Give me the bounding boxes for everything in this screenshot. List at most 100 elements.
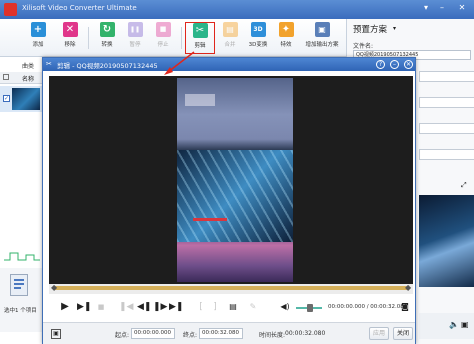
minimize-button[interactable]: – (390, 60, 399, 69)
file-list-item[interactable]: ✓ (0, 86, 42, 112)
help-button[interactable]: ? (376, 60, 385, 69)
waveform-icon (4, 250, 40, 262)
duration-label: 时间长度: (259, 332, 286, 339)
clip-settings-bar: ▣ 起点: 00:00:00.000 终点: 00:00:32.080 时间长度… (43, 322, 415, 344)
main-toolbar: + 添加 ✕ 移除 ↻ 转换 ❚❚ 暂停 ■ 停止 ✂ 剪辑 ▤ 合并 3D 3… (0, 19, 346, 57)
preset-dropdown[interactable] (419, 71, 474, 82)
stop-icon: ■ (155, 22, 171, 37)
clip-button[interactable]: ✂ 剪辑 (185, 22, 215, 54)
preview-controls: 🔈 ▣ (419, 313, 474, 339)
city-image (177, 150, 293, 242)
close-button[interactable]: ✕ (404, 60, 413, 69)
apply-button[interactable]: 应用 (369, 327, 389, 340)
segment-list-icon[interactable]: ▣ (51, 329, 61, 339)
stop-button[interactable]: ■ (95, 301, 107, 313)
list-header: 名称 (0, 72, 42, 84)
next-frame-button[interactable]: ▶❚ (169, 301, 183, 313)
volume-icon[interactable]: ◀) (279, 301, 291, 313)
effects-icon: ✦ (278, 22, 294, 37)
video-preview (49, 76, 413, 284)
end-label: 终点: (183, 332, 198, 339)
clip-dialog: ✂ 剪辑 - QQ视频20190507132445 ? – ✕ ◆ ◆ ▶ ▶❚… (42, 57, 416, 344)
video-frame (177, 78, 293, 282)
step-play-button[interactable]: ▶❚ (77, 301, 91, 313)
pause-button[interactable]: ❚❚ 暂停 (120, 22, 150, 54)
start-time-field[interactable]: 00:00:00.000 (131, 328, 175, 339)
clip-icon: ✂ (192, 23, 208, 38)
close-button[interactable]: ✕ (456, 2, 468, 14)
stop-button[interactable]: ■ 停止 (148, 22, 178, 54)
timecode: 00:00:00.000 / 00:00:32.080 (328, 304, 408, 310)
video-thumbnail (12, 88, 40, 110)
mark-start-button[interactable]: [ (195, 301, 207, 313)
filename-label: 文件名: (353, 43, 374, 50)
effects-button[interactable]: ✦ 特效 (271, 22, 301, 54)
remove-button[interactable]: ✕ 移除 (55, 22, 85, 54)
edit-icon[interactable]: ✎ (247, 301, 259, 313)
close-dialog-button[interactable]: 关闭 (393, 327, 413, 340)
duration-value: 00:00:32.080 (285, 330, 326, 337)
remove-label: 移除 (64, 42, 76, 48)
start-marker-handle[interactable]: ◆ (51, 284, 57, 292)
status-text: 选中1 个项目 (4, 308, 37, 314)
merge-button[interactable]: ▤ 合并 (215, 22, 245, 54)
name-column-header[interactable]: 名称 (22, 74, 34, 83)
clip-label: 剪辑 (194, 43, 206, 49)
red-stroke (193, 218, 227, 221)
timeline-slider[interactable]: ◆ ◆ (49, 284, 413, 294)
3d-button[interactable]: 3D 3D变换 (243, 22, 273, 54)
play-button[interactable]: ▶ (59, 301, 71, 313)
app-logo-icon (4, 3, 17, 16)
start-label: 起点: (115, 332, 130, 339)
add-profile-button[interactable]: ▣ 增加输出方案 (303, 22, 341, 54)
prev-frame-button[interactable]: ❚◀ (119, 301, 133, 313)
merge-icon: ▤ (222, 22, 238, 37)
add-segment-icon[interactable]: ▤ (227, 301, 239, 313)
snapshot-icon[interactable]: ▣ (461, 320, 469, 329)
add-profile-icon: ▣ (314, 22, 330, 37)
item-checkbox[interactable]: ✓ (3, 95, 10, 102)
dialog-title: 剪辑 - QQ视频20190507132445 (57, 62, 158, 70)
toolbar-divider (181, 27, 182, 49)
volume-icon[interactable]: 🔈 (449, 320, 459, 329)
expand-icon[interactable]: ⤢ (461, 181, 467, 190)
convert-icon: ↻ (99, 22, 115, 37)
add-profile-label: 增加输出方案 (305, 42, 339, 48)
end-time-field[interactable]: 00:00:32.080 (199, 328, 243, 339)
convert-button[interactable]: ↻ 转换 (92, 22, 122, 54)
add-label: 添加 (32, 42, 44, 48)
select-all-checkbox[interactable] (3, 74, 9, 80)
remove-icon: ✕ (62, 22, 78, 37)
blurred-caption (185, 94, 215, 106)
left-header: 曲类 (0, 57, 42, 71)
dialog-title-bar: ✂ 剪辑 - QQ视频20190507132445 ? – ✕ (43, 58, 415, 71)
3d-label: 3D变换 (248, 42, 268, 48)
effects-label: 特效 (280, 42, 292, 48)
forward-button[interactable]: ❚▶ (153, 301, 167, 313)
mark-end-button[interactable]: ] (209, 301, 221, 313)
preset-dropdown[interactable] (419, 123, 474, 134)
toolbar-divider (88, 27, 89, 49)
timeline-track (53, 286, 409, 290)
menu-icon[interactable]: ▾ (420, 2, 432, 14)
merge-label: 合并 (224, 42, 236, 48)
3d-icon: 3D (250, 22, 266, 37)
volume-knob[interactable] (307, 304, 313, 312)
camera-icon[interactable]: ◙ (399, 301, 411, 313)
rewind-button[interactable]: ◀❚ (137, 301, 151, 313)
preset-title[interactable]: 预置方案 (353, 23, 387, 35)
playback-controls: ▶ ▶❚ ■ ❚◀ ◀❚ ❚▶ ▶❚ [ ] ▤ ✎ ◀) 00:00:00.0… (49, 298, 413, 318)
category-label: 曲类 (22, 63, 35, 70)
preset-dropdown[interactable] (419, 97, 474, 108)
preset-dropdown[interactable] (419, 149, 474, 160)
minimize-button[interactable]: – (436, 2, 448, 14)
title-bar: Xilisoft Video Converter Ultimate ▾ – ✕ (0, 0, 474, 19)
stop-label: 停止 (157, 42, 169, 48)
pause-label: 暂停 (129, 42, 141, 48)
add-icon: + (30, 22, 46, 37)
left-bottom-panel (0, 268, 42, 332)
end-marker-handle[interactable]: ◆ (405, 284, 411, 292)
convert-label: 转换 (101, 42, 113, 48)
add-button[interactable]: + 添加 (23, 22, 53, 54)
chevron-down-icon[interactable]: ▾ (393, 25, 396, 32)
